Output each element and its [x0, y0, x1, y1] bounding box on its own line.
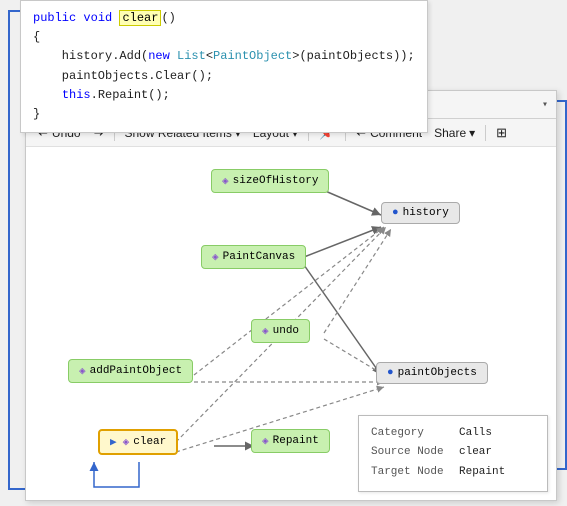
node-paintObjects-label: paintObjects [398, 367, 477, 379]
tooltip-source-value: clear [459, 443, 492, 463]
node-history-label: history [403, 207, 449, 219]
node-clear-bullet: ▶ [110, 435, 117, 449]
node-undo-label: undo [273, 325, 299, 337]
fit-button[interactable]: ⊞ [492, 123, 511, 143]
code-line-4: paintObjects.Clear(); [33, 67, 415, 86]
node-history-icon: ● [392, 207, 399, 219]
code-map-window: ⊞ CodeMap1.dgml* 📌 ✕ ▾ ↩ Undo ↪ Show Rel… [25, 90, 557, 501]
code-parens: () [161, 11, 175, 25]
fit-icon: ⊞ [496, 125, 507, 141]
window-dropdown-icon[interactable]: ▾ [542, 99, 548, 111]
tooltip-box: Category Calls Source Node clear Target … [358, 415, 548, 492]
node-Repaint-label: Repaint [273, 435, 319, 447]
node-sizeOfHistory-icon: ◈ [222, 174, 229, 188]
share-label: Share [434, 126, 466, 140]
node-undo[interactable]: ◈ undo [251, 319, 310, 343]
tooltip-category-value: Calls [459, 424, 492, 444]
tooltip-category-label: Category [371, 424, 451, 444]
method-name-clear: clear [119, 10, 161, 26]
node-paintObjects[interactable]: ● paintObjects [376, 362, 488, 384]
node-addPaintObject-icon: ◈ [79, 364, 86, 378]
share-button[interactable]: Share ▾ [430, 124, 479, 142]
node-clear-label: clear [133, 436, 166, 448]
keyword-void: void [83, 11, 119, 25]
node-undo-icon: ◈ [262, 324, 269, 338]
code-line-1: public void clear() [33, 9, 415, 28]
canvas-area[interactable]: ◈ sizeOfHistory ● history ◈ PaintCanvas … [26, 147, 556, 500]
node-PaintCanvas[interactable]: ◈ PaintCanvas [201, 245, 306, 269]
code-line-3: history.Add(new List<PaintObject>(paintO… [33, 47, 415, 66]
tooltip-target-row: Target Node Repaint [371, 463, 535, 483]
keyword-public: public [33, 11, 83, 25]
node-clear-icon: ◈ [123, 435, 130, 449]
tooltip-source-row: Source Node clear [371, 443, 535, 463]
node-sizeOfHistory[interactable]: ◈ sizeOfHistory [211, 169, 329, 193]
node-paintObjects-icon: ● [387, 367, 394, 379]
toolbar-separator-4 [485, 125, 486, 141]
node-clear[interactable]: ▶ ◈ clear [98, 429, 178, 455]
node-Repaint[interactable]: ◈ Repaint [251, 429, 330, 453]
node-sizeOfHistory-label: sizeOfHistory [233, 175, 319, 187]
code-snippet: public void clear() { history.Add(new Li… [20, 0, 428, 133]
share-dropdown-icon: ▾ [469, 126, 475, 140]
tooltip-source-label: Source Node [371, 443, 451, 463]
node-addPaintObject-label: addPaintObject [90, 365, 182, 377]
code-line-6: } [33, 105, 415, 124]
tooltip-target-label: Target Node [371, 463, 451, 483]
node-Repaint-icon: ◈ [262, 434, 269, 448]
tooltip-category-row: Category Calls [371, 424, 535, 444]
code-line-2: { [33, 28, 415, 47]
tooltip-target-value: Repaint [459, 463, 505, 483]
code-line-5: this.Repaint(); [33, 86, 415, 105]
node-history[interactable]: ● history [381, 202, 460, 224]
node-PaintCanvas-label: PaintCanvas [223, 251, 296, 263]
node-addPaintObject[interactable]: ◈ addPaintObject [68, 359, 193, 383]
node-PaintCanvas-icon: ◈ [212, 250, 219, 264]
